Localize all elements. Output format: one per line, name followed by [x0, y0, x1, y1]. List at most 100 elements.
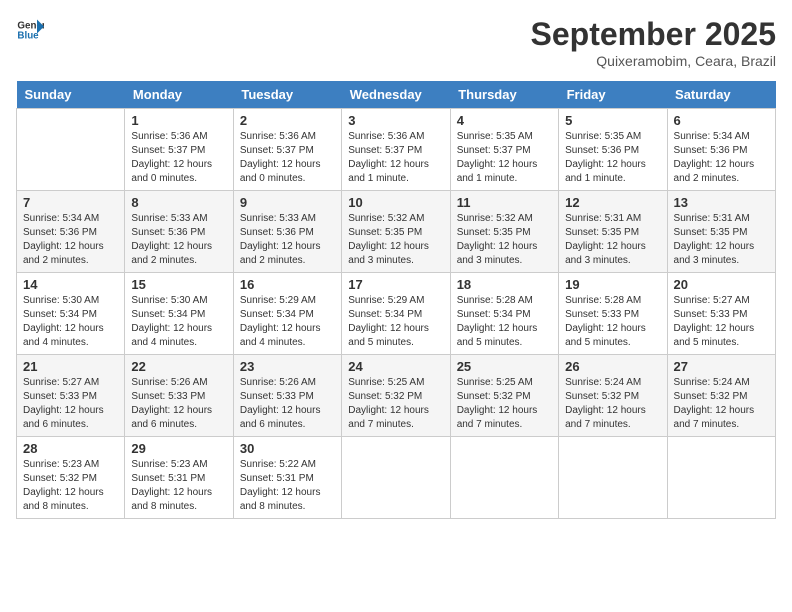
calendar-cell: 4 Sunrise: 5:35 AMSunset: 5:37 PMDaylight…: [450, 109, 558, 191]
day-number: 17: [348, 277, 443, 292]
calendar-week-3: 14 Sunrise: 5:30 AMSunset: 5:34 PMDayligh…: [17, 273, 776, 355]
day-number: 20: [674, 277, 769, 292]
day-number: 19: [565, 277, 660, 292]
day-info: Sunrise: 5:34 AMSunset: 5:36 PMDaylight:…: [23, 212, 118, 268]
logo-icon: General Blue: [16, 16, 44, 44]
calendar-cell: 17 Sunrise: 5:29 AMSunset: 5:34 PMDayligh…: [342, 273, 450, 355]
svg-text:Blue: Blue: [17, 30, 39, 41]
day-number: 5: [565, 113, 660, 128]
calendar-cell: 22 Sunrise: 5:26 AMSunset: 5:33 PMDayligh…: [125, 355, 233, 437]
day-info: Sunrise: 5:36 AMSunset: 5:37 PMDaylight:…: [240, 130, 335, 186]
day-info: Sunrise: 5:35 AMSunset: 5:37 PMDaylight:…: [457, 130, 552, 186]
day-info: Sunrise: 5:26 AMSunset: 5:33 PMDaylight:…: [240, 376, 335, 432]
day-number: 10: [348, 195, 443, 210]
day-number: 15: [131, 277, 226, 292]
calendar-cell: 21 Sunrise: 5:27 AMSunset: 5:33 PMDayligh…: [17, 355, 125, 437]
calendar-cell: 16 Sunrise: 5:29 AMSunset: 5:34 PMDayligh…: [233, 273, 341, 355]
day-number: 28: [23, 441, 118, 456]
day-info: Sunrise: 5:24 AMSunset: 5:32 PMDaylight:…: [674, 376, 769, 432]
calendar-cell: 28 Sunrise: 5:23 AMSunset: 5:32 PMDayligh…: [17, 437, 125, 519]
weekday-header-sunday: Sunday: [17, 81, 125, 109]
day-number: 30: [240, 441, 335, 456]
day-info: Sunrise: 5:27 AMSunset: 5:33 PMDaylight:…: [674, 294, 769, 350]
day-number: 22: [131, 359, 226, 374]
weekday-header-row: SundayMondayTuesdayWednesdayThursdayFrid…: [17, 81, 776, 109]
location: Quixeramobim, Ceara, Brazil: [531, 53, 776, 69]
calendar-week-1: 1 Sunrise: 5:36 AMSunset: 5:37 PMDaylight…: [17, 109, 776, 191]
title-area: September 2025 Quixeramobim, Ceara, Braz…: [531, 16, 776, 69]
day-number: 1: [131, 113, 226, 128]
calendar-week-2: 7Sunrise: 5:34 AMSunset: 5:36 PMDaylight…: [17, 191, 776, 273]
day-number: 4: [457, 113, 552, 128]
day-number: 16: [240, 277, 335, 292]
calendar-cell: 10 Sunrise: 5:32 AMSunset: 5:35 PMDayligh…: [342, 191, 450, 273]
calendar-cell: [342, 437, 450, 519]
calendar-week-4: 21 Sunrise: 5:27 AMSunset: 5:33 PMDayligh…: [17, 355, 776, 437]
day-info: Sunrise: 5:30 AMSunset: 5:34 PMDaylight:…: [23, 294, 118, 350]
day-info: Sunrise: 5:31 AMSunset: 5:35 PMDaylight:…: [674, 212, 769, 268]
logo: General Blue: [16, 16, 44, 44]
day-number: 12: [565, 195, 660, 210]
calendar-cell: 20 Sunrise: 5:27 AMSunset: 5:33 PMDayligh…: [667, 273, 775, 355]
day-number: 3: [348, 113, 443, 128]
weekday-header-thursday: Thursday: [450, 81, 558, 109]
calendar-table: SundayMondayTuesdayWednesdayThursdayFrid…: [16, 81, 776, 519]
page-header: General Blue September 2025 Quixeramobim…: [16, 16, 776, 69]
calendar-cell: 18Sunrise: 5:28 AMSunset: 5:34 PMDayligh…: [450, 273, 558, 355]
calendar-cell: 27Sunrise: 5:24 AMSunset: 5:32 PMDayligh…: [667, 355, 775, 437]
calendar-cell: [667, 437, 775, 519]
month-title: September 2025: [531, 16, 776, 53]
day-info: Sunrise: 5:34 AMSunset: 5:36 PMDaylight:…: [674, 130, 769, 186]
calendar-cell: 12 Sunrise: 5:31 AMSunset: 5:35 PMDayligh…: [559, 191, 667, 273]
weekday-header-saturday: Saturday: [667, 81, 775, 109]
day-info: Sunrise: 5:25 AMSunset: 5:32 PMDaylight:…: [457, 376, 552, 432]
day-number: 13: [674, 195, 769, 210]
day-info: Sunrise: 5:36 AMSunset: 5:37 PMDaylight:…: [131, 130, 226, 186]
weekday-header-wednesday: Wednesday: [342, 81, 450, 109]
day-info: Sunrise: 5:28 AMSunset: 5:33 PMDaylight:…: [565, 294, 660, 350]
day-info: Sunrise: 5:33 AMSunset: 5:36 PMDaylight:…: [240, 212, 335, 268]
calendar-cell: [450, 437, 558, 519]
weekday-header-tuesday: Tuesday: [233, 81, 341, 109]
day-number: 14: [23, 277, 118, 292]
calendar-cell: 8Sunrise: 5:33 AMSunset: 5:36 PMDaylight…: [125, 191, 233, 273]
calendar-week-5: 28 Sunrise: 5:23 AMSunset: 5:32 PMDayligh…: [17, 437, 776, 519]
day-info: Sunrise: 5:31 AMSunset: 5:35 PMDaylight:…: [565, 212, 660, 268]
calendar-cell: [559, 437, 667, 519]
calendar-cell: 25 Sunrise: 5:25 AMSunset: 5:32 PMDayligh…: [450, 355, 558, 437]
calendar-cell: 13 Sunrise: 5:31 AMSunset: 5:35 PMDayligh…: [667, 191, 775, 273]
day-number: 29: [131, 441, 226, 456]
day-info: Sunrise: 5:27 AMSunset: 5:33 PMDaylight:…: [23, 376, 118, 432]
calendar-cell: 2 Sunrise: 5:36 AMSunset: 5:37 PMDaylight…: [233, 109, 341, 191]
day-info: Sunrise: 5:23 AMSunset: 5:31 PMDaylight:…: [131, 458, 226, 514]
day-info: Sunrise: 5:23 AMSunset: 5:32 PMDaylight:…: [23, 458, 118, 514]
calendar-cell: 19 Sunrise: 5:28 AMSunset: 5:33 PMDayligh…: [559, 273, 667, 355]
calendar-cell: 11Sunrise: 5:32 AMSunset: 5:35 PMDayligh…: [450, 191, 558, 273]
day-number: 26: [565, 359, 660, 374]
day-number: 18: [457, 277, 552, 292]
day-info: Sunrise: 5:32 AMSunset: 5:35 PMDaylight:…: [348, 212, 443, 268]
day-info: Sunrise: 5:29 AMSunset: 5:34 PMDaylight:…: [348, 294, 443, 350]
calendar-cell: 6Sunrise: 5:34 AMSunset: 5:36 PMDaylight…: [667, 109, 775, 191]
day-number: 2: [240, 113, 335, 128]
day-info: Sunrise: 5:26 AMSunset: 5:33 PMDaylight:…: [131, 376, 226, 432]
calendar-cell: 23Sunrise: 5:26 AMSunset: 5:33 PMDayligh…: [233, 355, 341, 437]
calendar-cell: 30Sunrise: 5:22 AMSunset: 5:31 PMDayligh…: [233, 437, 341, 519]
calendar-cell: 1 Sunrise: 5:36 AMSunset: 5:37 PMDaylight…: [125, 109, 233, 191]
calendar-cell: 26 Sunrise: 5:24 AMSunset: 5:32 PMDayligh…: [559, 355, 667, 437]
day-number: 24: [348, 359, 443, 374]
calendar-cell: 24 Sunrise: 5:25 AMSunset: 5:32 PMDayligh…: [342, 355, 450, 437]
day-info: Sunrise: 5:29 AMSunset: 5:34 PMDaylight:…: [240, 294, 335, 350]
day-number: 25: [457, 359, 552, 374]
day-info: Sunrise: 5:30 AMSunset: 5:34 PMDaylight:…: [131, 294, 226, 350]
day-info: Sunrise: 5:33 AMSunset: 5:36 PMDaylight:…: [131, 212, 226, 268]
weekday-header-friday: Friday: [559, 81, 667, 109]
calendar-cell: 15 Sunrise: 5:30 AMSunset: 5:34 PMDayligh…: [125, 273, 233, 355]
day-number: 21: [23, 359, 118, 374]
day-info: Sunrise: 5:25 AMSunset: 5:32 PMDaylight:…: [348, 376, 443, 432]
calendar-cell: 7Sunrise: 5:34 AMSunset: 5:36 PMDaylight…: [17, 191, 125, 273]
day-number: 9: [240, 195, 335, 210]
day-info: Sunrise: 5:35 AMSunset: 5:36 PMDaylight:…: [565, 130, 660, 186]
calendar-cell: 9 Sunrise: 5:33 AMSunset: 5:36 PMDaylight…: [233, 191, 341, 273]
day-info: Sunrise: 5:24 AMSunset: 5:32 PMDaylight:…: [565, 376, 660, 432]
